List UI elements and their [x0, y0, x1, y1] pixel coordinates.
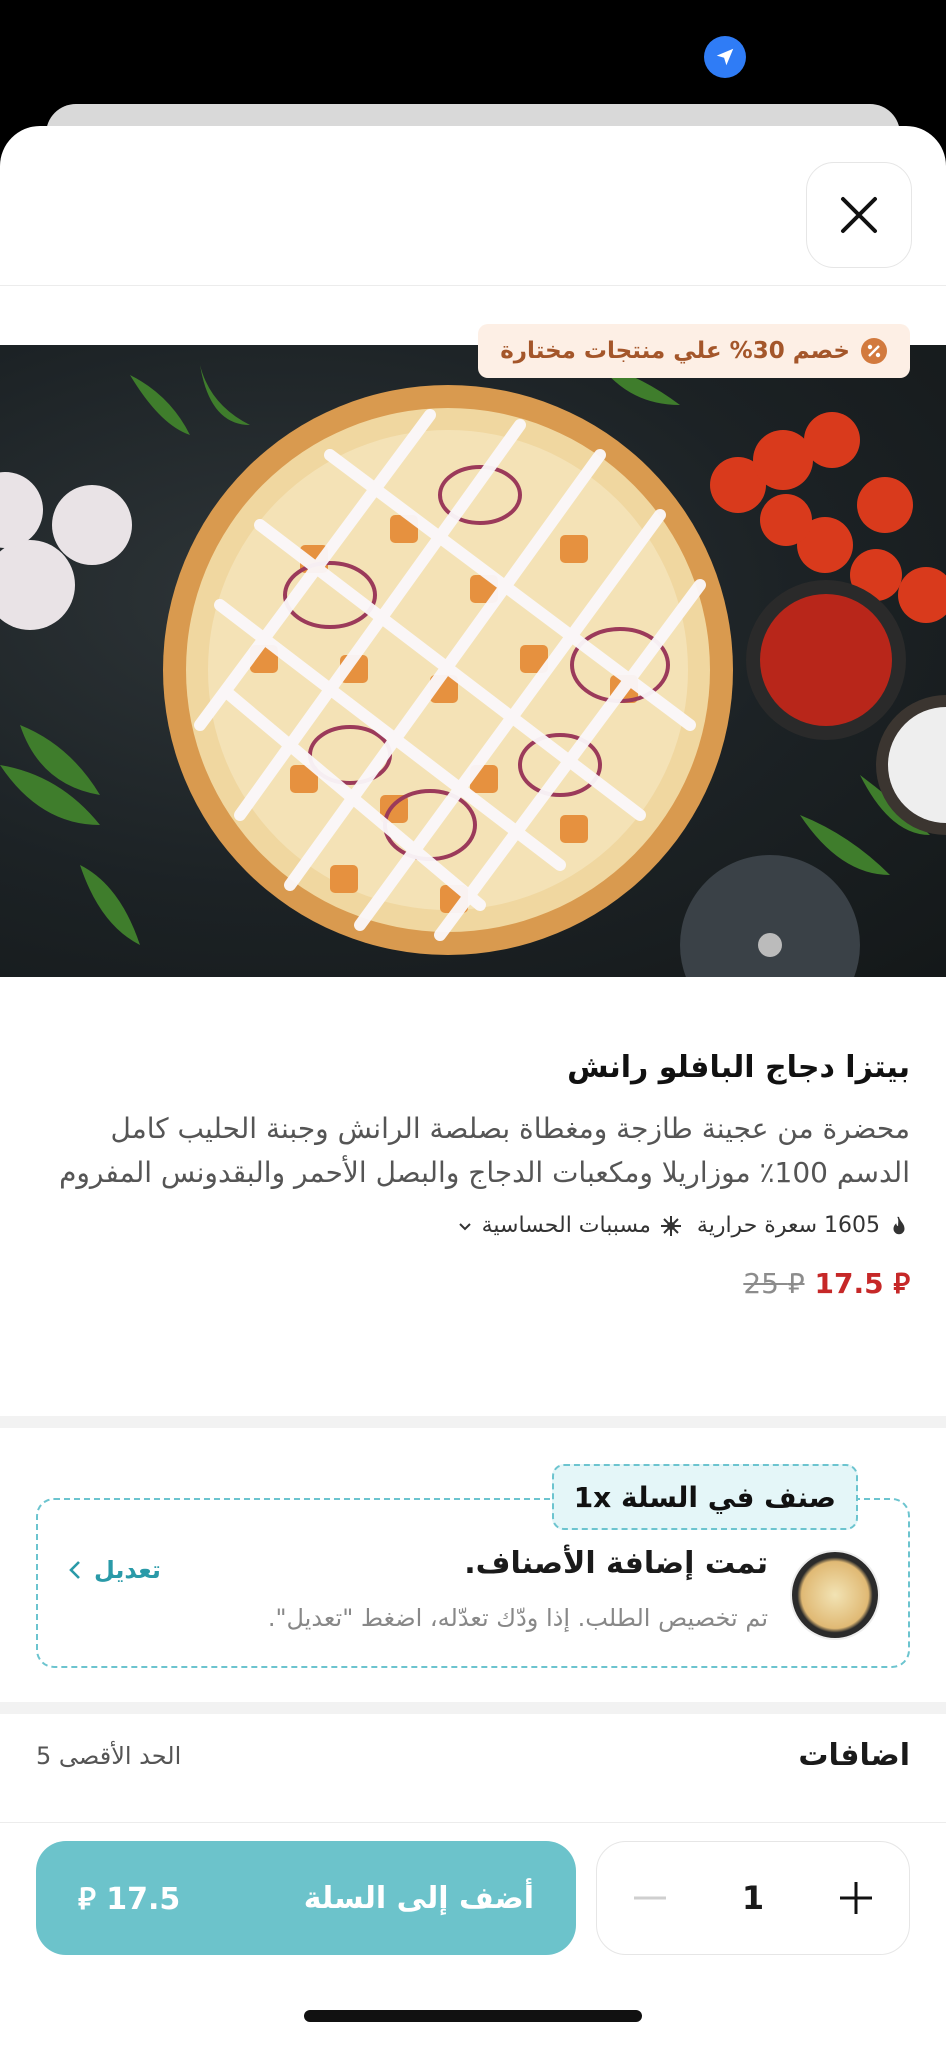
edit-label: تعديل — [94, 1556, 161, 1584]
promo-label: خصم 30% علي منتجات مختارة — [500, 338, 850, 364]
close-button[interactable] — [806, 162, 912, 268]
extras-max: الحد الأقصى 5 — [36, 1741, 182, 1770]
chevron-left-icon — [69, 1561, 80, 1579]
flame-icon — [893, 1216, 905, 1234]
decrement-button[interactable] — [625, 1873, 675, 1923]
minus-icon — [634, 1896, 666, 1900]
status-bar — [0, 0, 946, 110]
extras-title: اضافات — [798, 1738, 910, 1773]
extras-header: الحد الأقصى 5 اضافات — [36, 1738, 910, 1773]
product-info: بيتزا دجاج البافلو رانش محضرة من عجينة ط… — [36, 1050, 910, 1301]
add-to-cart-label: أضف إلى السلة — [303, 1880, 534, 1916]
product-sheet: خصم 30% علي منتجات مختارة بيتزا دجاج الب… — [0, 126, 946, 2048]
allergens-label: مسببات الحساسية — [481, 1213, 651, 1238]
cart-item-thumbnail — [790, 1550, 880, 1640]
cart-title: تمت إضافة الأصناف. — [464, 1546, 768, 1581]
price-new: ⃁ 17.5 — [814, 1267, 910, 1300]
price-old: ⃁ 25 — [743, 1267, 805, 1300]
sheet-header — [0, 126, 946, 286]
chevron-down-icon — [458, 1222, 471, 1230]
cart-subtitle: تم تخصيص الطلب. إذا ودّك تعدّله، اضغط "ت… — [267, 1604, 768, 1632]
allergens-dropdown[interactable]: مسببات الحساسية — [456, 1213, 683, 1238]
allergen-icon — [660, 1215, 681, 1236]
calories: 1605 سعرة حرارية — [697, 1213, 910, 1238]
quantity-value: 1 — [741, 1879, 765, 1917]
section-divider — [0, 1416, 946, 1428]
cart-count-chip: صنف في السلة 1x — [551, 1464, 858, 1530]
promo-badge: خصم 30% علي منتجات مختارة — [478, 324, 910, 378]
calories-label: 1605 سعرة حرارية — [696, 1213, 880, 1238]
product-image — [0, 345, 946, 977]
quantity-stepper: 1 — [596, 1841, 910, 1955]
discount-badge-icon — [861, 338, 887, 364]
location-arrow-icon — [704, 36, 746, 78]
product-title: بيتزا دجاج البافلو رانش — [567, 1050, 910, 1085]
add-to-cart-button[interactable]: ⃁ 17.5 أضف إلى السلة — [36, 1841, 576, 1955]
close-icon — [841, 197, 877, 233]
home-indicator — [304, 2010, 642, 2022]
product-description: محضرة من عجينة طازجة ومغطاة بصلصة الرانش… — [59, 1112, 910, 1189]
bottom-action-bar: ⃁ 17.5 أضف إلى السلة 1 — [0, 1822, 946, 1962]
plus-icon — [839, 1882, 872, 1914]
product-meta: 1605 سعرة حرارية مسببات الحساسية — [36, 1213, 910, 1238]
increment-button[interactable] — [831, 1873, 881, 1923]
section-divider — [0, 1702, 946, 1714]
add-to-cart-total: ⃁ 17.5 — [78, 1881, 181, 1917]
edit-button[interactable]: تعديل — [66, 1556, 161, 1584]
price-row: ⃁ 17.5 ⃁ 25 — [36, 1264, 910, 1301]
